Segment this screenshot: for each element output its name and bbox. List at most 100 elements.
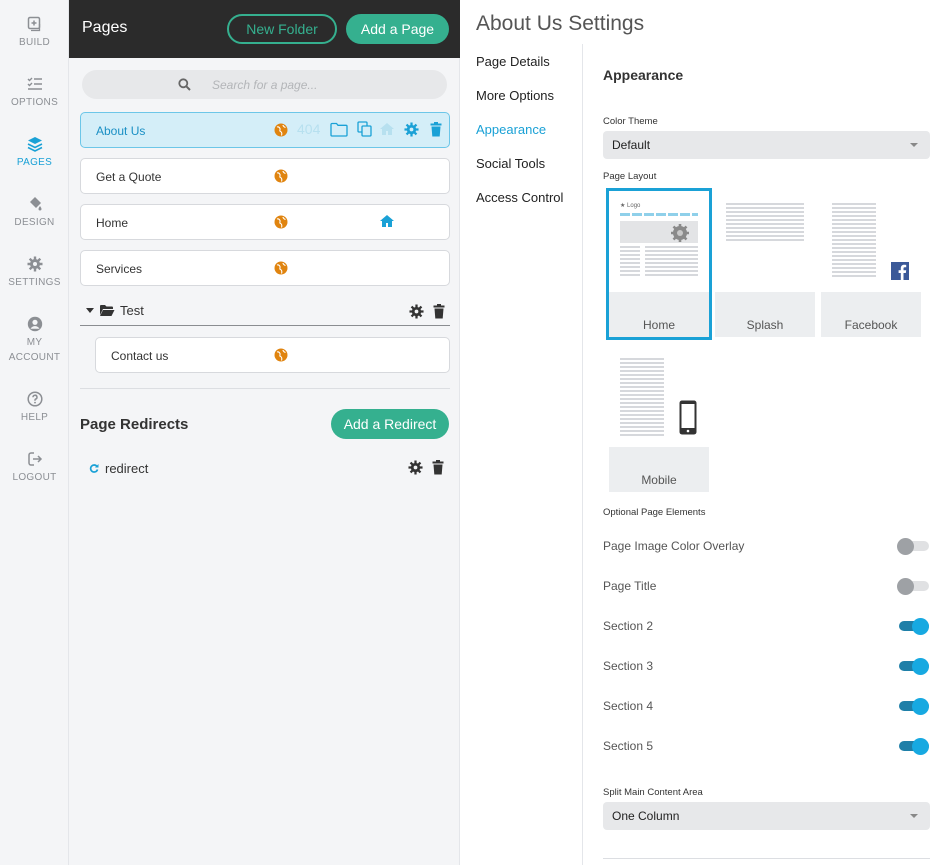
rail-item-my-account[interactable]: MY ACCOUNT bbox=[0, 316, 69, 365]
section-title: Appearance bbox=[603, 67, 684, 83]
facebook-icon bbox=[891, 262, 909, 280]
rail-label-design: DESIGN bbox=[14, 217, 55, 228]
toggle-image-overlay[interactable] bbox=[897, 535, 931, 557]
layout-option-facebook[interactable]: Facebook bbox=[821, 191, 921, 337]
layout-option-home[interactable]: ★ Logo Home bbox=[606, 188, 712, 340]
gear-icon[interactable] bbox=[408, 460, 423, 475]
rail-item-logout[interactable]: LOGOUT bbox=[0, 451, 69, 485]
user-circle-icon bbox=[27, 316, 42, 332]
page-name: Get a Quote bbox=[96, 170, 162, 184]
toggle-section-5[interactable] bbox=[897, 735, 931, 757]
home-icon[interactable] bbox=[379, 122, 395, 136]
layout-caption: Mobile bbox=[641, 473, 677, 487]
add-redirect-button[interactable]: Add a Redirect bbox=[331, 409, 449, 439]
globe-icon bbox=[274, 215, 288, 229]
pages-title: Pages bbox=[82, 19, 128, 36]
page-row-home[interactable]: Home bbox=[80, 204, 450, 240]
rail-label-pages: PAGES bbox=[16, 157, 53, 168]
folder-name: Test bbox=[120, 303, 144, 318]
search-icon bbox=[178, 78, 191, 91]
rail-item-design[interactable]: DESIGN bbox=[0, 196, 69, 230]
toggle-label-section-4: Section 4 bbox=[603, 699, 654, 713]
color-theme-value: Default bbox=[612, 138, 651, 152]
search-input[interactable] bbox=[212, 75, 432, 94]
rail-item-pages[interactable]: PAGES bbox=[0, 136, 69, 170]
toggle-label-section-5: Section 5 bbox=[603, 739, 654, 753]
tab-access-control[interactable]: Access Control bbox=[476, 190, 563, 205]
globe-icon bbox=[274, 169, 288, 183]
toggle-page-title[interactable] bbox=[897, 575, 931, 597]
redirect-name[interactable]: redirect bbox=[105, 461, 148, 476]
toggle-section-2[interactable] bbox=[897, 615, 931, 637]
page-layout-label: Page Layout bbox=[603, 171, 657, 182]
trash-icon[interactable] bbox=[432, 460, 444, 475]
layout-sidebar-lines bbox=[620, 246, 640, 278]
split-content-label: Split Main Content Area bbox=[603, 787, 703, 798]
page-name: Contact us bbox=[111, 349, 169, 363]
optional-elements-label: Optional Page Elements bbox=[603, 507, 706, 518]
caret-down-icon[interactable] bbox=[86, 308, 94, 313]
rail-label-build: BUILD bbox=[19, 37, 50, 48]
color-theme-label: Color Theme bbox=[603, 116, 658, 127]
page-row-get-a-quote[interactable]: Get a Quote bbox=[80, 158, 450, 194]
rail-item-options[interactable]: OPTIONS bbox=[0, 76, 69, 110]
layout-mobile-lines bbox=[620, 358, 664, 438]
404-badge[interactable]: 404 bbox=[297, 121, 320, 137]
layout-option-splash[interactable]: Splash bbox=[715, 191, 815, 337]
page-search bbox=[82, 70, 447, 99]
logout-icon bbox=[27, 452, 42, 466]
checklist-icon bbox=[27, 77, 42, 90]
gears-icon bbox=[671, 224, 689, 242]
gear-icon[interactable] bbox=[404, 122, 419, 137]
globe-icon bbox=[274, 261, 288, 275]
color-theme-select[interactable]: Default bbox=[603, 131, 930, 159]
toggle-section-4[interactable] bbox=[897, 695, 931, 717]
pages-header: Pages New Folder Add a Page bbox=[69, 0, 460, 58]
trash-icon[interactable] bbox=[430, 122, 442, 137]
layout-logo-text: ★ Logo bbox=[620, 203, 641, 209]
plus-square-icon bbox=[27, 16, 40, 32]
rail-item-build[interactable]: BUILD bbox=[0, 16, 69, 50]
copy-icon[interactable] bbox=[357, 121, 372, 137]
tab-page-details[interactable]: Page Details bbox=[476, 54, 550, 69]
app-root: BUILD OPTIONS PAGES DESIGN SETTINGS MY A… bbox=[0, 0, 949, 865]
gear-icon[interactable] bbox=[409, 304, 424, 319]
gear-icon bbox=[27, 256, 42, 272]
layout-facebook-lines bbox=[832, 203, 876, 279]
tab-social-tools[interactable]: Social Tools bbox=[476, 156, 545, 171]
new-folder-button[interactable]: New Folder bbox=[227, 14, 337, 44]
page-row-services[interactable]: Services bbox=[80, 250, 450, 286]
rail-item-settings[interactable]: SETTINGS bbox=[0, 256, 69, 290]
page-name: Services bbox=[96, 262, 143, 276]
layout-option-mobile[interactable]: Mobile bbox=[609, 346, 709, 492]
toggle-label-section-3: Section 3 bbox=[603, 659, 654, 673]
layout-caption: Splash bbox=[746, 318, 784, 332]
page-row-contact-us[interactable]: Contact us bbox=[95, 337, 450, 373]
add-page-button[interactable]: Add a Page bbox=[346, 14, 449, 44]
pages-panel: Pages New Folder Add a Page About Us 404… bbox=[69, 0, 460, 865]
redo-icon bbox=[89, 464, 99, 473]
globe-icon bbox=[274, 123, 288, 137]
globe-icon bbox=[274, 348, 288, 362]
split-content-value: One Column bbox=[612, 809, 680, 823]
tab-more-options[interactable]: More Options bbox=[476, 88, 554, 103]
paint-bucket-icon bbox=[29, 197, 41, 211]
rail-label-options: OPTIONS bbox=[10, 97, 59, 108]
trash-icon[interactable] bbox=[433, 304, 445, 319]
folder-open-icon bbox=[100, 305, 115, 316]
home-icon bbox=[380, 215, 394, 227]
layout-nav-bar bbox=[620, 213, 698, 216]
divider bbox=[80, 388, 450, 389]
split-content-select[interactable]: One Column bbox=[603, 802, 930, 830]
toggle-section-3[interactable] bbox=[897, 655, 931, 677]
toggle-label-image-overlay: Page Image Color Overlay bbox=[603, 539, 745, 553]
settings-title: About Us Settings bbox=[476, 12, 645, 35]
folder-row-test[interactable]: Test bbox=[80, 296, 450, 326]
tab-appearance[interactable]: Appearance bbox=[476, 122, 546, 137]
rail-item-help[interactable]: HELP bbox=[0, 391, 69, 425]
vertical-divider bbox=[582, 44, 583, 865]
rail-label-my: MY bbox=[26, 337, 43, 348]
icon-rail: BUILD OPTIONS PAGES DESIGN SETTINGS MY A… bbox=[0, 0, 69, 865]
page-row-about-us[interactable]: About Us 404 bbox=[80, 112, 450, 148]
folder-icon[interactable] bbox=[330, 122, 348, 137]
